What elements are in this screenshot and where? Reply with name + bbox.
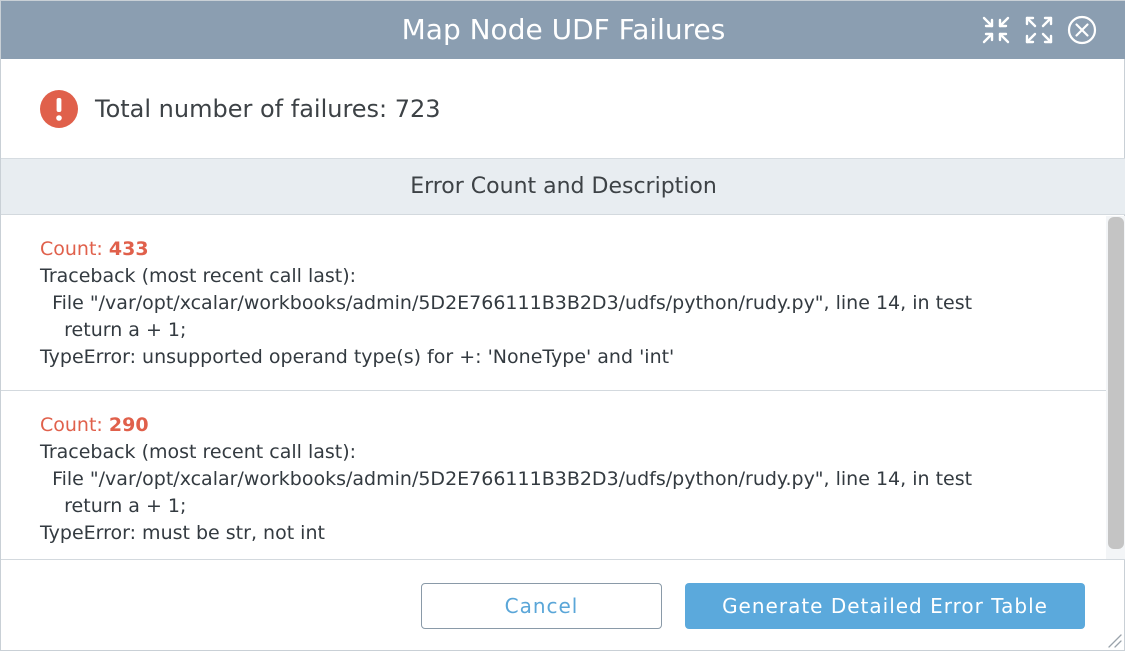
- minimize-icon[interactable]: [980, 14, 1012, 46]
- exclamation-icon: [39, 89, 79, 129]
- error-count: Count: 290: [40, 412, 149, 438]
- close-icon[interactable]: [1066, 14, 1098, 46]
- maximize-icon[interactable]: [1023, 14, 1055, 46]
- error-item: Count: 290 Traceback (most recent call l…: [1, 392, 1106, 559]
- count-value: 433: [108, 238, 149, 260]
- error-list[interactable]: Count: 433 Traceback (most recent call l…: [1, 216, 1125, 560]
- modal-footer: Cancel Generate Detailed Error Table: [1, 561, 1125, 652]
- scrollbar[interactable]: [1106, 216, 1125, 559]
- scrollbar-thumb[interactable]: [1108, 217, 1124, 549]
- cancel-button[interactable]: Cancel: [421, 583, 662, 629]
- modal-title: Map Node UDF Failures: [401, 13, 726, 46]
- generate-error-table-button[interactable]: Generate Detailed Error Table: [685, 583, 1085, 629]
- error-description: Traceback (most recent call last): File …: [40, 441, 973, 544]
- count-value: 290: [108, 414, 149, 436]
- error-count: Count: 433: [40, 236, 149, 262]
- failure-summary: Total number of failures: 723: [1, 59, 1125, 159]
- count-prefix: Count:: [40, 238, 109, 260]
- error-item: Count: 433 Traceback (most recent call l…: [1, 216, 1106, 391]
- section-header: Error Count and Description: [1, 159, 1125, 215]
- error-description: Traceback (most recent call last): File …: [40, 265, 973, 368]
- resize-handle-icon[interactable]: [1106, 632, 1122, 648]
- total-failures-label: Total number of failures: 723: [95, 95, 441, 123]
- modal-header[interactable]: Map Node UDF Failures: [1, 1, 1125, 59]
- count-prefix: Count:: [40, 414, 109, 436]
- udf-failures-modal: Map Node UDF Failures Total number of fa…: [0, 0, 1125, 651]
